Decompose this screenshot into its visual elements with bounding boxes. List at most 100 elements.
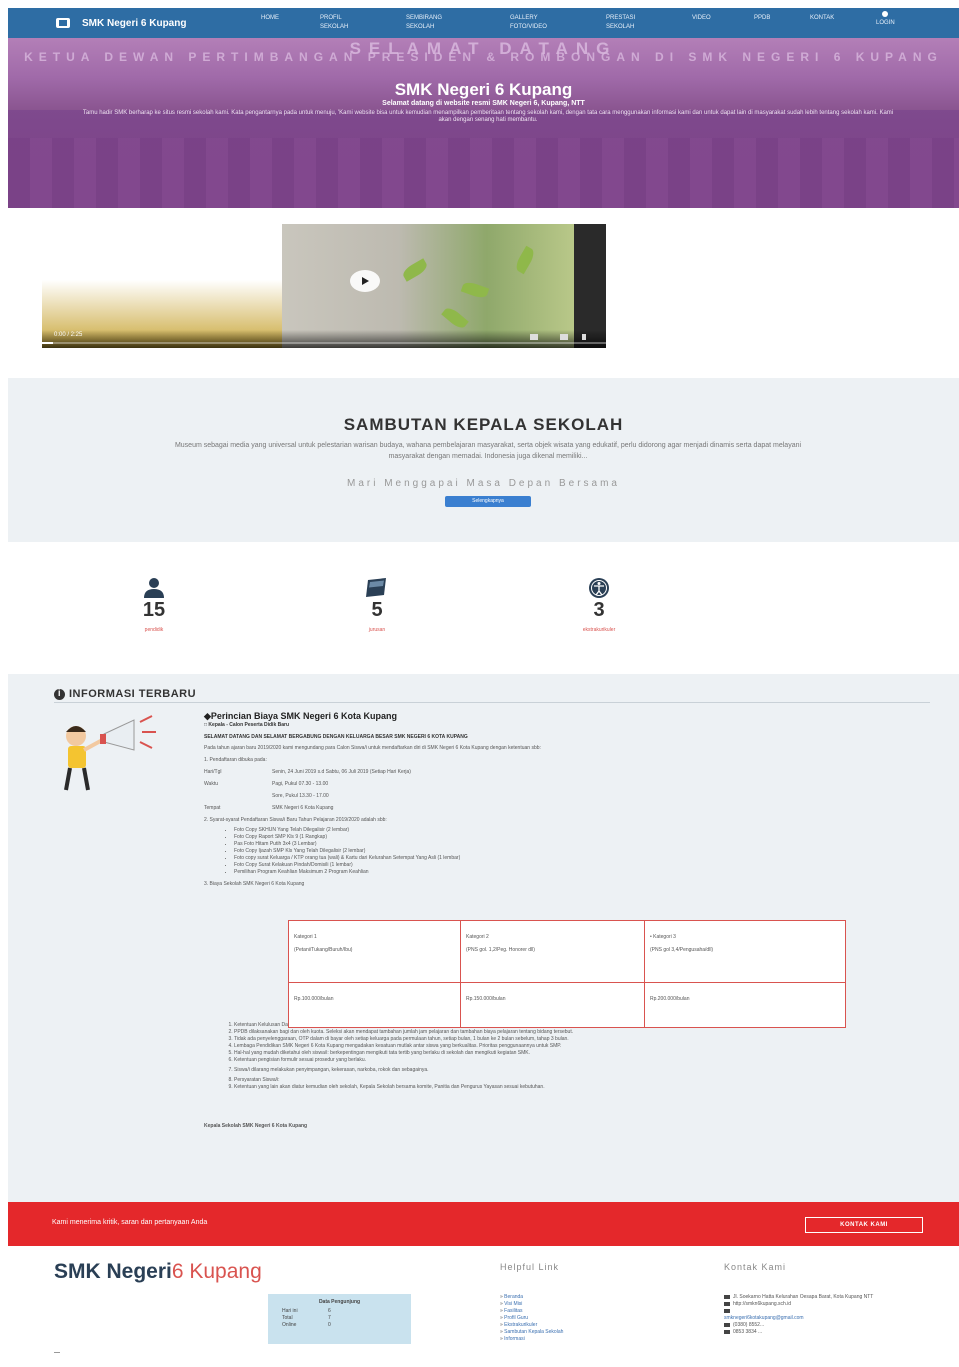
nav-login-label: LOGIN <box>876 20 895 26</box>
helpful-links: Beranda Visi Misi Fasilitas Profil Guru … <box>500 1294 563 1343</box>
contact-address: Jl. Soekarno Hatta Kelurahan Oesapa Bara… <box>724 1294 919 1301</box>
volume-icon[interactable] <box>530 334 538 340</box>
fullscreen-icon[interactable] <box>582 334 586 340</box>
list-item: Pas Foto Hitam Putih 3x4 (3 Lembar) <box>234 841 926 848</box>
contact-address-text: Jl. Soekarno Hatta Kelurahan Oesapa Bara… <box>733 1294 874 1300</box>
list-item: PPDB dilaksanakan bagi dan oleh kuota. S… <box>234 1029 926 1036</box>
nav-kontak[interactable]: KONTAK <box>810 8 834 23</box>
sambutan-heading: SAMBUTAN KEPALA SEKOLAH <box>343 415 624 434</box>
post-meta-text: Kepala - Calon Peserta Didik Baru <box>208 722 290 728</box>
schedule-row: Waktu Pagi, Pukul 07.30 - 13.00 <box>204 781 926 788</box>
video-progress-fill <box>42 342 54 344</box>
hero-floor-image <box>8 138 959 208</box>
nav-ppdb[interactable]: PPDB <box>754 8 770 23</box>
video-progress[interactable] <box>42 342 606 344</box>
settings-icon[interactable] <box>560 334 568 340</box>
informasi-heading-text: INFORMASI TERBARU <box>69 688 197 700</box>
play-icon[interactable] <box>350 270 380 292</box>
list-item: Foto Copy Surat Kelakuan Pindah/Domisili… <box>234 862 926 869</box>
stat-label: pendidik <box>144 627 164 633</box>
contact-fax-text: 0853 3834 ... <box>733 1329 763 1335</box>
counter-title: Data Pengunjung <box>318 1299 361 1305</box>
hero-subtitle: Selamat datang di website resmi SMK Nege… <box>382 100 585 107</box>
user-icon <box>139 577 169 599</box>
hero-banner: SELAMAT DATANG KETUA DEWAN PERTIMBANGAN … <box>8 38 959 208</box>
contact-web-text[interactable]: http://smkn6kupang.sch.id <box>733 1301 791 1307</box>
footer-link[interactable]: Beranda <box>500 1294 563 1301</box>
table-row: Kategori 1 (Petani/Tukang/Buruh/Ibu) Kat… <box>288 919 846 984</box>
video-controls <box>42 330 606 348</box>
sambutan-motto: Mari Menggapai Masa Depan Bersama <box>347 478 620 489</box>
post-title-text[interactable]: Perincian Biaya SMK Negeri 6 Kota Kupang <box>211 711 397 721</box>
divider <box>54 702 930 703</box>
sambutan-text: Museum sebagai media yang universal untu… <box>174 442 802 460</box>
counter-value: 0 <box>328 1322 331 1328</box>
post-title[interactable]: ◆Perincian Biaya SMK Negeri 6 Kota Kupan… <box>204 710 926 722</box>
links-heading: Helpful Link <box>500 1262 560 1272</box>
stat-jurusan: 5 jurusan <box>317 577 437 633</box>
post-section-3: 3. Biaya Sekolah SMK Negeri 6 Kota Kupan… <box>204 881 305 887</box>
list-item: Lembaga Pendidikan SMK Negeri 6 Kota Kup… <box>234 1043 926 1050</box>
stat-label: ekstrakurikuler <box>582 627 616 633</box>
list-item: Ketentuan pengisian formulir sesuai pros… <box>234 1057 926 1064</box>
video-player[interactable]: 0:00 / 2:25 <box>42 224 606 348</box>
nav-video[interactable]: VIDEO <box>692 8 711 23</box>
accessibility-icon <box>584 577 614 599</box>
list-item: Hal-hal yang mudah diketahui oleh siswa/… <box>234 1050 926 1057</box>
nav-gallery[interactable]: GALLERY FOTO/VIDEO <box>510 8 562 32</box>
nav-home[interactable]: HOME <box>261 8 279 23</box>
footer-link[interactable]: Profil Guru <box>500 1315 563 1322</box>
table-header-cell: • Kategori 3 (PNS gol 3,4/Pengusaha/dll) <box>644 919 846 984</box>
nav-login[interactable]: LOGIN <box>876 8 895 28</box>
stat-ekstrakurikuler: 3 ekstrakurikuler <box>539 577 659 633</box>
counter-value: 6 <box>328 1308 331 1314</box>
stat-value: 5 <box>371 599 383 621</box>
schedule-key <box>204 793 272 800</box>
counter-label: Online <box>282 1322 297 1328</box>
footer-logo-main: SMK Negeri <box>54 1260 172 1283</box>
footer-link[interactable]: Ekstrakurikuler <box>500 1322 563 1329</box>
hero-banner-text-2: KETUA DEWAN PERTIMBANGAN PRESIDEN & ROMB… <box>24 50 943 64</box>
post-lead: SELAMAT DATANG DAN SELAMAT BERGABUNG DEN… <box>204 734 468 740</box>
list-item: Foto Copy SKHUN Yang Telah Dilegalisir (… <box>234 827 926 834</box>
schedule-key: Waktu <box>204 781 218 787</box>
nav-profil-sekolah[interactable]: PROFIL SEKOLAH <box>320 8 364 32</box>
footer-link[interactable]: Informasi <box>500 1336 563 1343</box>
contact-web: http://smkn6kupang.sch.id <box>724 1301 919 1308</box>
fee-table: Kategori 1 (Petani/Tukang/Buruh/Ibu) Kat… <box>288 919 846 1028</box>
contact-email-line[interactable]: smknegeri6kotakupang@gmail.com <box>724 1315 919 1322</box>
sambutan-section: SAMBUTAN KEPALA SEKOLAH Museum sebagai m… <box>8 378 959 542</box>
contact-heading: Kontak Kami <box>724 1262 787 1272</box>
brand[interactable]: SMK Negeri 6 Kupang <box>8 18 258 29</box>
list-item: Pemilihan Program Keahlian Maksimum 2 Pr… <box>234 869 926 876</box>
schedule-value: Sore, Pukul 13.30 - 17.00 <box>272 793 329 799</box>
footer-logo-accent: 6 Kupang <box>171 1260 262 1283</box>
counter-row: Hari ini 6 <box>268 1308 411 1314</box>
post-meta: □ Kepala - Calon Peserta Didik Baru <box>204 722 290 728</box>
divider <box>54 1352 60 1353</box>
cta-text: Kami menerima kritik, saran dan pertanya… <box>52 1219 208 1226</box>
footer-link[interactable]: Visi Misi <box>500 1301 563 1308</box>
post-signature: Kepala Sekolah SMK Negeri 6 Kota Kupang <box>204 1123 308 1129</box>
list-item: Foto copy surat Keluarga / KTP orang tua… <box>234 855 926 862</box>
read-more-button[interactable]: Selengkapnya <box>445 496 531 507</box>
contact-info: Jl. Soekarno Hatta Kelurahan Oesapa Bara… <box>724 1294 919 1336</box>
contact-email <box>724 1308 919 1315</box>
table-header-cell: Kategori 1 (Petani/Tukang/Buruh/Ibu) <box>288 919 461 984</box>
contact-button[interactable]: KONTAK KAMI <box>805 1217 923 1233</box>
nav-prestasi-sekolah[interactable]: PRESTASI SEKOLAH <box>606 8 650 32</box>
nav-sembirang-sekolah[interactable]: SEMBIRANG SEKOLAH <box>406 8 460 32</box>
schedule-value: Senin, 24 Juni 2019 s.d Sabtu, 06 Juli 2… <box>272 769 411 775</box>
book-icon <box>362 577 392 599</box>
post-section-1: 1. Pendaftaran dibuka pada: <box>204 757 267 763</box>
contact-phone-text: (0380) 8552... <box>733 1322 765 1328</box>
globe-icon <box>724 1301 730 1306</box>
post-section-2: 2. Syarat-syarat Pendaftaran Siswa/i Bar… <box>204 817 387 823</box>
table-cell: Rp.100.000/bulan <box>288 982 461 1028</box>
counter-row: Total 7 <box>268 1315 411 1321</box>
user-icon <box>882 11 889 17</box>
table-header-cell: Kategori 2 (PNS gol. 1,2/Peg. Honorer dl… <box>460 919 645 984</box>
list-item: Ketentuan yang lain akan diatur kemudian… <box>234 1084 926 1091</box>
footer-link[interactable]: Fasilitas <box>500 1308 563 1315</box>
footer-link[interactable]: Sambutan Kepala Sekolah <box>500 1329 563 1336</box>
